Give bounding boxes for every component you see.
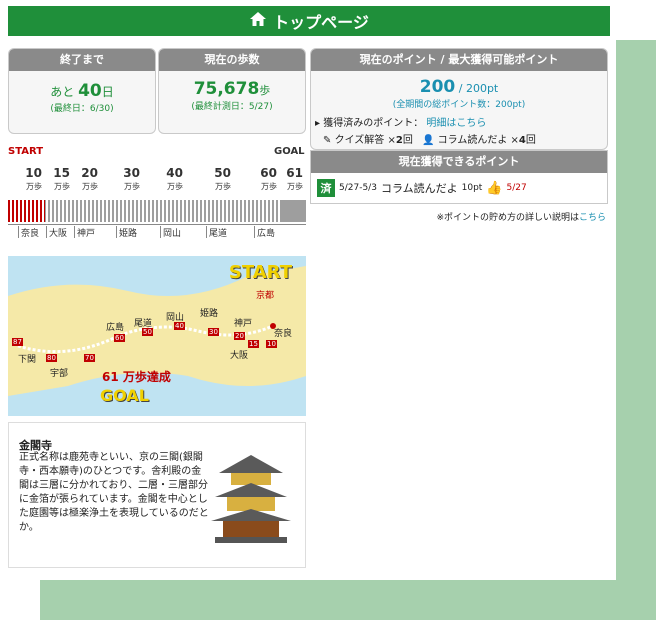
city-label: 姫路 — [116, 226, 137, 239]
points-note: ※ポイントの貯め方の詳しい説明はこちら — [320, 210, 606, 223]
map-achieve-label: 61 万歩達成 — [102, 370, 171, 384]
map-start-label: START — [228, 262, 292, 283]
city-label: 広島 — [254, 226, 275, 239]
days-count: 40 — [78, 81, 102, 101]
map-city-hiroshima: 広島 — [106, 323, 125, 333]
note-text: ※ポイントの貯め方の詳しい説明は — [436, 213, 579, 223]
days-final-date: (最終日：6/30) — [50, 104, 114, 114]
city-label: 大阪 — [46, 226, 67, 239]
steps-last-date: (最終計測日：5/27) — [191, 102, 273, 112]
column-label: コラム読んだよ × — [437, 135, 519, 146]
done-badge: 済 — [317, 179, 335, 197]
points-heading: 現在のポイント / 最大獲得可能ポイント — [311, 49, 607, 71]
map-marker: 10 — [266, 340, 277, 348]
steps-box: 現在の歩数 75,678歩 (最終計測日：5/27) — [158, 48, 306, 134]
available-item: コラム読んだよ — [380, 182, 458, 195]
available-points-box: 現在獲得できるポイント 済 5/27-5/3 コラム読んだよ 10pt 👍 5/… — [310, 150, 608, 204]
map-city-ube: 宇部 — [50, 369, 69, 379]
points-total: (全期間の総ポイント数：200pt) — [392, 100, 526, 110]
quiz-label: クイズ解答 × — [334, 135, 396, 146]
map-marker: 87 — [12, 338, 23, 346]
days-remaining-box: 終了まで あと 40日 (最終日：6/30) — [8, 48, 156, 134]
reader-icon: 👤 — [422, 135, 435, 146]
map-city-kyoto: 京都 — [256, 291, 275, 301]
map-marker: 70 — [84, 354, 95, 362]
detail-link[interactable]: 明細はこちら — [426, 118, 486, 129]
column-count: 4 — [518, 135, 526, 146]
steps-heading: 現在の歩数 — [159, 49, 305, 71]
main-panel: トップページ 終了まで あと 40日 (最終日：6/30) 現在の歩数 75,6… — [0, 0, 616, 580]
points-current: 200 — [419, 77, 456, 97]
page-title: トップページ — [273, 13, 369, 32]
map-marker: 15 — [248, 340, 259, 348]
days-remaining-heading: 終了まで — [9, 49, 155, 71]
available-heading: 現在獲得できるポイント — [311, 151, 607, 173]
progress-tail — [280, 200, 306, 222]
landmark-info: 金閣寺 正式名称は鹿苑寺といい、京の三閣(銀閣寺・西本願寺)のひとつです。舎利殿… — [8, 422, 306, 568]
tick: 61 万歩 — [286, 166, 303, 191]
route-map: START GOAL 61 万歩達成 京都 奈良 神戸 大阪 姫路 岡山 尾道 … — [8, 256, 306, 416]
progress-ticks: 10 万歩 15 万歩 20 万歩 30 万歩 40 万歩 50 万歩 60 万歩 61 万歩 — [8, 166, 306, 198]
city-label: 神戸 — [74, 226, 95, 239]
map-city-nara: 奈良 — [274, 329, 293, 339]
map-city-himeji: 姫路 — [200, 309, 219, 319]
note-link[interactable]: こちら — [579, 213, 606, 223]
map-goal-label: GOAL — [100, 386, 149, 405]
available-date: 5/27 — [506, 183, 527, 193]
progress-start-label: START — [8, 146, 44, 157]
city-label: 尾道 — [206, 226, 227, 239]
column-unit: 回 — [525, 135, 536, 146]
progress-cities: 奈良 大阪 神戸 姫路 岡山 尾道 広島 — [8, 224, 306, 239]
earned-points-row: ▸ 獲得済みのポイント： 明細はこちら — [315, 114, 607, 129]
map-marker: 30 — [208, 328, 219, 336]
earned-label: 獲得済みのポイント： — [323, 118, 424, 129]
progress-goal-label: GOAL — [274, 146, 305, 157]
days-unit: 日 — [101, 85, 114, 99]
steps-unit: 歩 — [259, 84, 271, 97]
tick: 10 万歩 — [25, 166, 42, 191]
points-box: 現在のポイント / 最大獲得可能ポイント 200 / 200pt (全期間の総ポ… — [310, 48, 608, 150]
map-city-osaka: 大阪 — [230, 351, 249, 361]
tick: 50 万歩 — [214, 166, 231, 191]
progress-fill — [8, 200, 45, 222]
map-marker: 60 — [114, 334, 125, 342]
points-value: 200 / 200pt — [311, 77, 607, 97]
quiz-unit: 回 — [402, 135, 413, 146]
tick: 40 万歩 — [166, 166, 183, 191]
thumbs-up-icon: 👍 — [486, 180, 503, 196]
available-item-row[interactable]: 済 5/27-5/3 コラム読んだよ 10pt 👍 5/27 — [311, 173, 607, 203]
page-header: トップページ — [8, 6, 610, 36]
city-label: 奈良 — [18, 226, 39, 239]
steps-value: 75,678歩 — [159, 79, 305, 99]
tick: 15 万歩 — [53, 166, 70, 191]
map-marker: 20 — [234, 332, 245, 340]
points-max: / 200pt — [458, 82, 499, 95]
pavilion-illustration — [211, 455, 291, 543]
map-marker: 50 — [142, 328, 153, 336]
quiz-icon: ✎ — [323, 135, 332, 146]
map-city-shimonoseki: 下関 — [18, 355, 37, 365]
steps-count: 75,678 — [193, 79, 260, 99]
city-label: 岡山 — [160, 226, 181, 239]
map-marker: 40 — [174, 322, 185, 330]
landmark-description: 正式名称は鹿苑寺といい、京の三閣(銀閣寺・西本願寺)のひとつです。舎利殿の金閣は… — [19, 452, 209, 533]
tick: 30 万歩 — [123, 166, 140, 191]
map-marker: 80 — [46, 354, 57, 362]
triangle-bullet-icon: ▸ — [315, 118, 321, 129]
home-icon — [249, 10, 267, 32]
available-points: 10pt — [461, 183, 483, 193]
available-period: 5/27-5/3 — [339, 183, 377, 193]
quiz-count: 2 — [395, 135, 403, 146]
days-prefix: あと — [50, 85, 75, 99]
days-remaining-value: あと 40日 — [9, 81, 155, 101]
map-city-kobe: 神戸 — [234, 319, 253, 329]
earned-breakdown: ✎ クイズ解答 ×2回 👤 コラム読んだよ ×4回 — [323, 131, 607, 146]
tick: 20 万歩 — [81, 166, 98, 191]
progress-bar — [8, 200, 306, 222]
